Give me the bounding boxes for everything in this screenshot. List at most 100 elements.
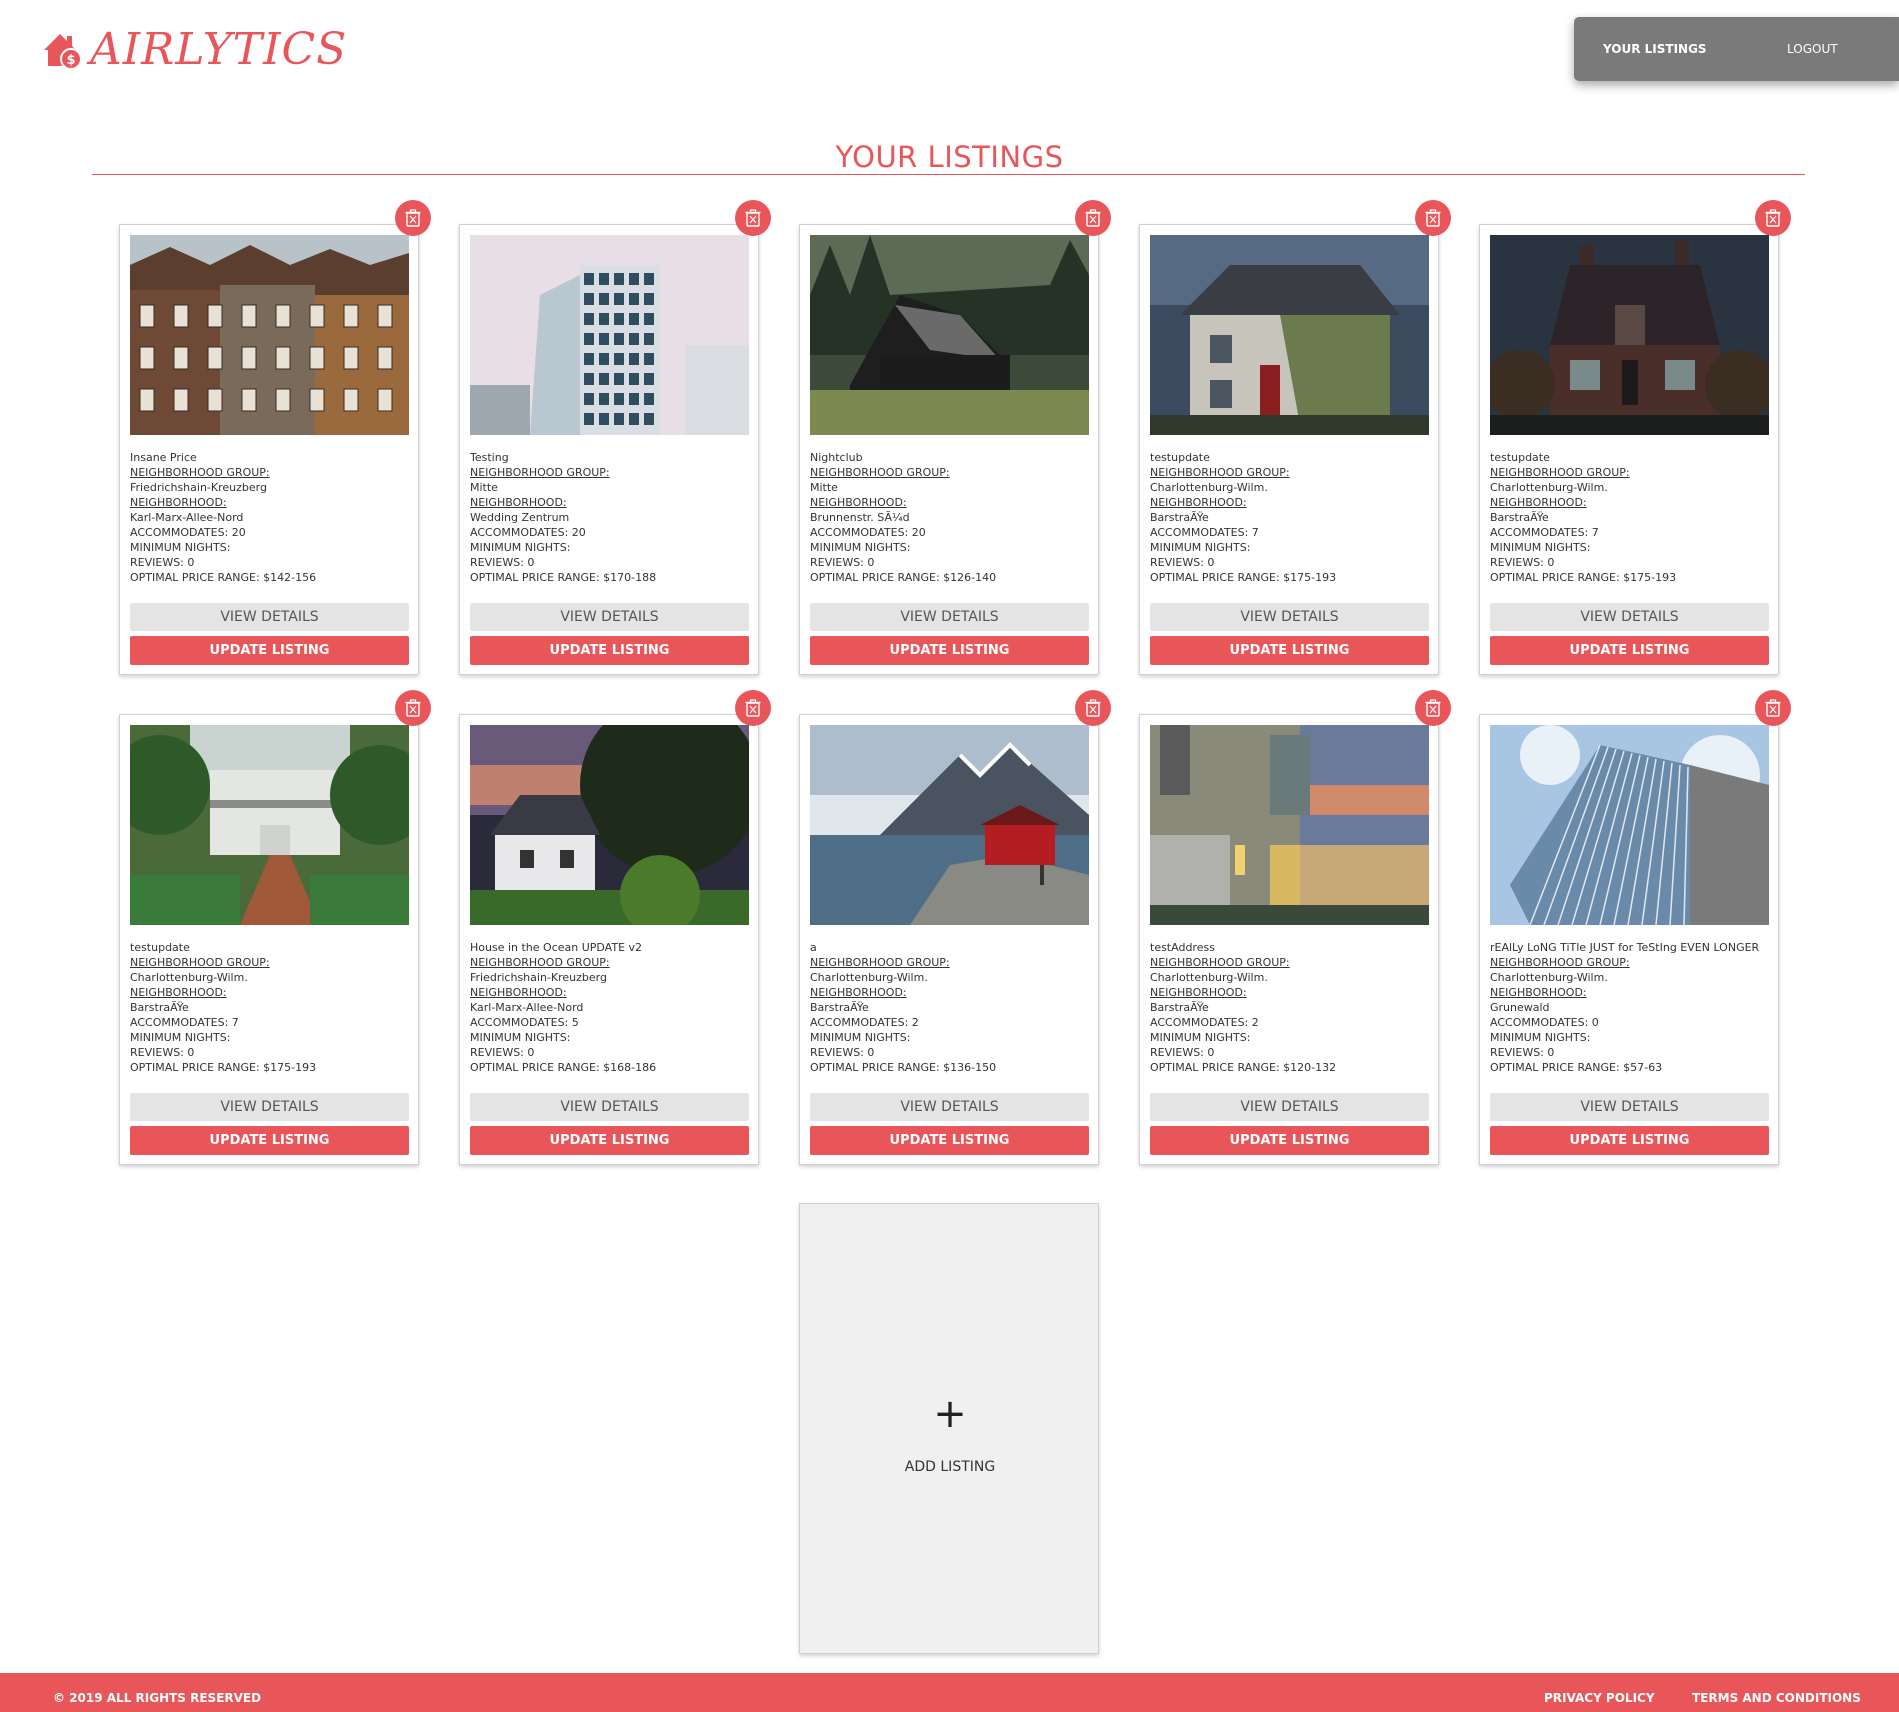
page-title: YOUR LISTINGS: [835, 140, 1064, 174]
neighborhood-value: BarstraÃŸe: [130, 1001, 189, 1014]
update-listing-button[interactable]: UPDATE LISTING: [810, 1126, 1089, 1155]
delete-listing-button[interactable]: [1415, 200, 1451, 236]
accommodates-text: ACCOMMODATES: 20: [470, 526, 586, 539]
minimum-nights-text: MINIMUM NIGHTS:: [1490, 1031, 1591, 1044]
svg-text:$: $: [66, 53, 75, 68]
listing-card: testAddress NEIGHBORHOOD GROUP: Charlott…: [1139, 690, 1451, 1165]
title-divider: [92, 174, 1805, 175]
neighborhood-label: NEIGHBORHOOD:: [470, 496, 567, 509]
view-details-button[interactable]: VIEW DETAILS: [1150, 603, 1429, 631]
nav-logout[interactable]: LOGOUT: [1787, 17, 1838, 81]
view-details-button[interactable]: VIEW DETAILS: [1490, 603, 1769, 631]
nav-your-listings[interactable]: YOUR LISTINGS: [1603, 17, 1707, 81]
listing-photo: [1150, 235, 1429, 435]
listing-card: Testing NEIGHBORHOOD GROUP: Mitte NEIGHB…: [459, 200, 771, 675]
update-listing-button[interactable]: UPDATE LISTING: [1150, 636, 1429, 665]
price-range-text: OPTIMAL PRICE RANGE: $126-140: [810, 571, 997, 584]
delete-listing-button[interactable]: [1755, 690, 1791, 726]
listing-card: Nightclub NEIGHBORHOOD GROUP: Mitte NEIG…: [799, 200, 1111, 675]
reviews-text: REVIEWS: 0: [470, 556, 535, 569]
delete-listing-button[interactable]: [1075, 200, 1111, 236]
listing-info: Insane Price NEIGHBORHOOD GROUP: Friedri…: [130, 450, 415, 585]
logo[interactable]: $ AIRLYTICS: [40, 26, 347, 74]
neighborhood-group-label: NEIGHBORHOOD GROUP:: [130, 956, 270, 969]
listing-info: testupdate NEIGHBORHOOD GROUP: Charlotte…: [130, 940, 415, 1075]
price-range-text: OPTIMAL PRICE RANGE: $120-132: [1150, 1061, 1337, 1074]
neighborhood-group-value: Charlottenburg-Wilm.: [130, 971, 248, 984]
delete-listing-button[interactable]: [1415, 690, 1451, 726]
trash-icon: [1085, 209, 1101, 227]
view-details-button[interactable]: VIEW DETAILS: [1490, 1093, 1769, 1121]
view-details-button[interactable]: VIEW DETAILS: [470, 1093, 749, 1121]
listing-name: rEAlLy LoNG TiTle JUST for TeStIng EVEN …: [1490, 941, 1760, 954]
neighborhood-group-value: Mitte: [470, 481, 498, 494]
reviews-text: REVIEWS: 0: [1150, 1046, 1215, 1059]
neighborhood-group-value: Mitte: [810, 481, 838, 494]
trash-icon: [1765, 699, 1781, 717]
reviews-text: REVIEWS: 0: [470, 1046, 535, 1059]
listing-info: testupdate NEIGHBORHOOD GROUP: Charlotte…: [1150, 450, 1435, 585]
neighborhood-label: NEIGHBORHOOD:: [1490, 986, 1587, 999]
listing-name: Insane Price: [130, 451, 197, 464]
neighborhood-group-label: NEIGHBORHOOD GROUP:: [1490, 466, 1630, 479]
neighborhood-group-value: Charlottenburg-Wilm.: [810, 971, 928, 984]
view-details-button[interactable]: VIEW DETAILS: [130, 603, 409, 631]
neighborhood-group-label: NEIGHBORHOOD GROUP:: [810, 466, 950, 479]
update-listing-button[interactable]: UPDATE LISTING: [130, 1126, 409, 1155]
minimum-nights-text: MINIMUM NIGHTS:: [130, 541, 231, 554]
delete-listing-button[interactable]: [395, 200, 431, 236]
neighborhood-label: NEIGHBORHOOD:: [130, 496, 227, 509]
listing-photo: [1150, 725, 1429, 925]
trash-icon: [745, 209, 761, 227]
price-range-text: OPTIMAL PRICE RANGE: $175-193: [1490, 571, 1677, 584]
neighborhood-value: BarstraÃŸe: [1490, 511, 1549, 524]
neighborhood-group-value: Friedrichshain-Kreuzberg: [470, 971, 607, 984]
neighborhood-label: NEIGHBORHOOD:: [1150, 496, 1247, 509]
delete-listing-button[interactable]: [395, 690, 431, 726]
listing-photo: [470, 725, 749, 925]
listing-info: Nightclub NEIGHBORHOOD GROUP: Mitte NEIG…: [810, 450, 1095, 585]
delete-listing-button[interactable]: [735, 200, 771, 236]
listing-photo: [810, 725, 1089, 925]
view-details-button[interactable]: VIEW DETAILS: [810, 1093, 1089, 1121]
view-details-button[interactable]: VIEW DETAILS: [130, 1093, 409, 1121]
neighborhood-group-value: Charlottenburg-Wilm.: [1150, 481, 1268, 494]
neighborhood-value: BarstraÃŸe: [1150, 1001, 1209, 1014]
accommodates-text: ACCOMMODATES: 5: [470, 1016, 579, 1029]
price-range-text: OPTIMAL PRICE RANGE: $142-156: [130, 571, 317, 584]
listing-name: a: [810, 941, 817, 954]
neighborhood-value: Karl-Marx-Allee-Nord: [130, 511, 244, 524]
listing-photo: [130, 725, 409, 925]
add-listing-card[interactable]: + ADD LISTING: [799, 1203, 1099, 1654]
listing-name: House in the Ocean UPDATE v2: [470, 941, 643, 954]
listing-photo: [810, 235, 1089, 435]
accommodates-text: ACCOMMODATES: 7: [1150, 526, 1259, 539]
neighborhood-group-label: NEIGHBORHOOD GROUP:: [470, 956, 610, 969]
listing-info: testupdate NEIGHBORHOOD GROUP: Charlotte…: [1490, 450, 1775, 585]
neighborhood-group-label: NEIGHBORHOOD GROUP:: [1150, 466, 1290, 479]
view-details-button[interactable]: VIEW DETAILS: [470, 603, 749, 631]
update-listing-button[interactable]: UPDATE LISTING: [1150, 1126, 1429, 1155]
update-listing-button[interactable]: UPDATE LISTING: [470, 636, 749, 665]
neighborhood-label: NEIGHBORHOOD:: [470, 986, 567, 999]
listing-photo: [470, 235, 749, 435]
terms-link[interactable]: TERMS AND CONDITIONS: [1692, 1673, 1861, 1712]
update-listing-button[interactable]: UPDATE LISTING: [1490, 1126, 1769, 1155]
trash-icon: [745, 699, 761, 717]
update-listing-button[interactable]: UPDATE LISTING: [130, 636, 409, 665]
listing-info: House in the Ocean UPDATE v2 NEIGHBORHOO…: [470, 940, 755, 1075]
update-listing-button[interactable]: UPDATE LISTING: [810, 636, 1089, 665]
minimum-nights-text: MINIMUM NIGHTS:: [810, 541, 911, 554]
neighborhood-label: NEIGHBORHOOD:: [810, 986, 907, 999]
price-range-text: OPTIMAL PRICE RANGE: $175-193: [130, 1061, 317, 1074]
delete-listing-button[interactable]: [1755, 200, 1791, 236]
price-range-text: OPTIMAL PRICE RANGE: $136-150: [810, 1061, 997, 1074]
delete-listing-button[interactable]: [1075, 690, 1111, 726]
privacy-policy-link[interactable]: PRIVACY POLICY: [1544, 1673, 1655, 1712]
delete-listing-button[interactable]: [735, 690, 771, 726]
view-details-button[interactable]: VIEW DETAILS: [1150, 1093, 1429, 1121]
update-listing-button[interactable]: UPDATE LISTING: [1490, 636, 1769, 665]
minimum-nights-text: MINIMUM NIGHTS:: [810, 1031, 911, 1044]
view-details-button[interactable]: VIEW DETAILS: [810, 603, 1089, 631]
update-listing-button[interactable]: UPDATE LISTING: [470, 1126, 749, 1155]
